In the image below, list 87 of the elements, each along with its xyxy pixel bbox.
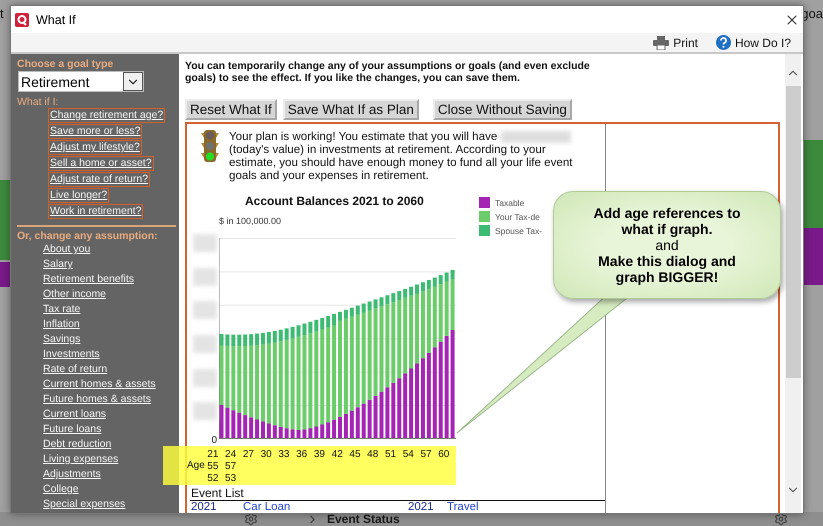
chart-title: Account Balances 2021 to 2060 [245, 194, 424, 208]
age-tick-label: 57 [420, 449, 433, 461]
redacted-axis-label [193, 301, 217, 320]
assumption-link[interactable]: Special expenses [43, 497, 126, 512]
goal-type-dropdown[interactable]: Retirement [18, 71, 144, 92]
intro-text: You can temporarily change any of your assumptions or goals (and even exclude goals) to see the effect. If you like the changes, you can save them. [185, 60, 591, 84]
event-list-title: Event List [191, 486, 244, 500]
section-heading: Or, change any assumption: [17, 230, 158, 242]
assumption-link[interactable]: Future loans [43, 422, 102, 437]
assumption-link[interactable]: Adjustments [43, 467, 101, 482]
what-if-link[interactable]: Change retirement age? [48, 108, 166, 123]
event-year: 2021 [408, 501, 435, 513]
window-title: What If [36, 12, 76, 26]
traffic-light-icon [201, 130, 219, 162]
age-tick-label: 42 [332, 449, 344, 461]
event-year: 2021 [191, 501, 218, 513]
callout-text: and [655, 237, 679, 253]
age-tick-label: 24 [225, 449, 238, 461]
assumption-link[interactable]: College [43, 482, 79, 497]
age-tick-label: 54 [402, 449, 415, 461]
age-tick-label: 36 [296, 449, 308, 461]
legend-label: Your Tax-de [495, 212, 540, 222]
age-tick-label: 30 [260, 449, 273, 461]
age-tick-label: 48 [367, 449, 380, 461]
age-tick-label: 53 [225, 473, 238, 485]
assumption-link[interactable]: Investments [43, 347, 100, 362]
event-link[interactable]: Car Loan [243, 501, 408, 513]
assumption-link[interactable]: About you [43, 242, 90, 257]
settings-icon[interactable] [244, 512, 258, 526]
dialog-button[interactable]: Save What If as Plan [282, 99, 419, 120]
section-heading: What if I: [17, 96, 58, 108]
background-text: t [0, 6, 4, 21]
age-tick-label: 45 [349, 449, 362, 461]
what-if-link[interactable]: Sell a home or asset? [48, 156, 154, 171]
assumption-link[interactable]: Other income [43, 287, 106, 302]
what-if-link[interactable]: Adjust my lifestyle? [48, 140, 142, 155]
app-logo-icon [15, 12, 29, 26]
age-tick-label: 27 [242, 449, 255, 461]
status-label: Event Status [327, 512, 400, 526]
age-tick-label: 55 [207, 461, 220, 473]
settings-icon[interactable] [774, 512, 788, 526]
assumption-link[interactable]: Current loans [43, 407, 106, 422]
redacted-axis-label [193, 234, 217, 252]
assumption-link[interactable]: Inflation [43, 317, 80, 332]
what-if-link[interactable]: Save more or less? [48, 124, 142, 139]
printer-icon [653, 36, 670, 50]
dialog-button[interactable]: Reset What If [185, 99, 277, 120]
age-label: Age [187, 460, 206, 472]
redacted-axis-label [193, 368, 217, 387]
age-tick-label: 52 [207, 473, 220, 485]
age-tick-label: 39 [314, 449, 326, 461]
age-tick-label: 33 [278, 449, 290, 461]
age-tick-label: 60 [438, 449, 450, 461]
callout-text: Add age references to what if graph. [592, 205, 742, 237]
assumption-link[interactable]: Debt reduction [43, 437, 112, 452]
redacted-axis-label [193, 334, 217, 353]
assumption-link[interactable]: Retirement benefits [43, 272, 134, 287]
dialog-button[interactable]: Close Without Saving [432, 99, 572, 120]
assumption-link[interactable]: Living expenses [43, 452, 118, 467]
assumption-link[interactable]: Current homes & assets [43, 377, 156, 392]
assumption-link[interactable]: Future homes & assets [43, 392, 151, 407]
axis-tick-label: 0 [211, 436, 217, 446]
callout-text: Make this dialog and graph BIGGER! [597, 253, 737, 285]
print-button[interactable]: Print [653, 36, 698, 50]
redacted-axis-label [193, 268, 217, 286]
event-link[interactable]: Travel [447, 501, 507, 513]
assumption-link[interactable]: Savings [43, 332, 80, 347]
age-tick-label: 57 [225, 461, 238, 473]
assumption-link[interactable]: Rate of return [43, 362, 108, 377]
what-if-link[interactable]: Live longer? [48, 188, 110, 203]
legend-label: Taxable [495, 198, 524, 208]
plan-message: (today's value) in investments at retirement. According to your estimate, you should have enough money to fund all your life event goals and your expenses in retirement. [229, 143, 573, 182]
scrollbar[interactable] [785, 54, 801, 513]
axis-unit-label: $ in 100,000.00 [219, 216, 282, 226]
age-tick-label: 51 [384, 449, 398, 461]
age-tick-label: 21 [207, 449, 220, 461]
redacted-amount [501, 130, 572, 143]
help-button[interactable]: How Do I? [716, 35, 791, 50]
what-if-link[interactable]: Work in retirement? [48, 204, 144, 219]
legend-label: Spouse Tax- [495, 226, 542, 236]
scrollbar-thumb[interactable] [786, 86, 800, 378]
plan-message: Your plan is working! You estimate that you will have [229, 130, 498, 143]
assumption-link[interactable]: Salary [43, 257, 73, 272]
section-heading: Choose a goal type [17, 58, 114, 70]
what-if-link[interactable]: Adjust rate of return? [48, 172, 150, 187]
redacted-axis-label [193, 402, 217, 420]
assumption-link[interactable]: Tax rate [43, 302, 80, 317]
